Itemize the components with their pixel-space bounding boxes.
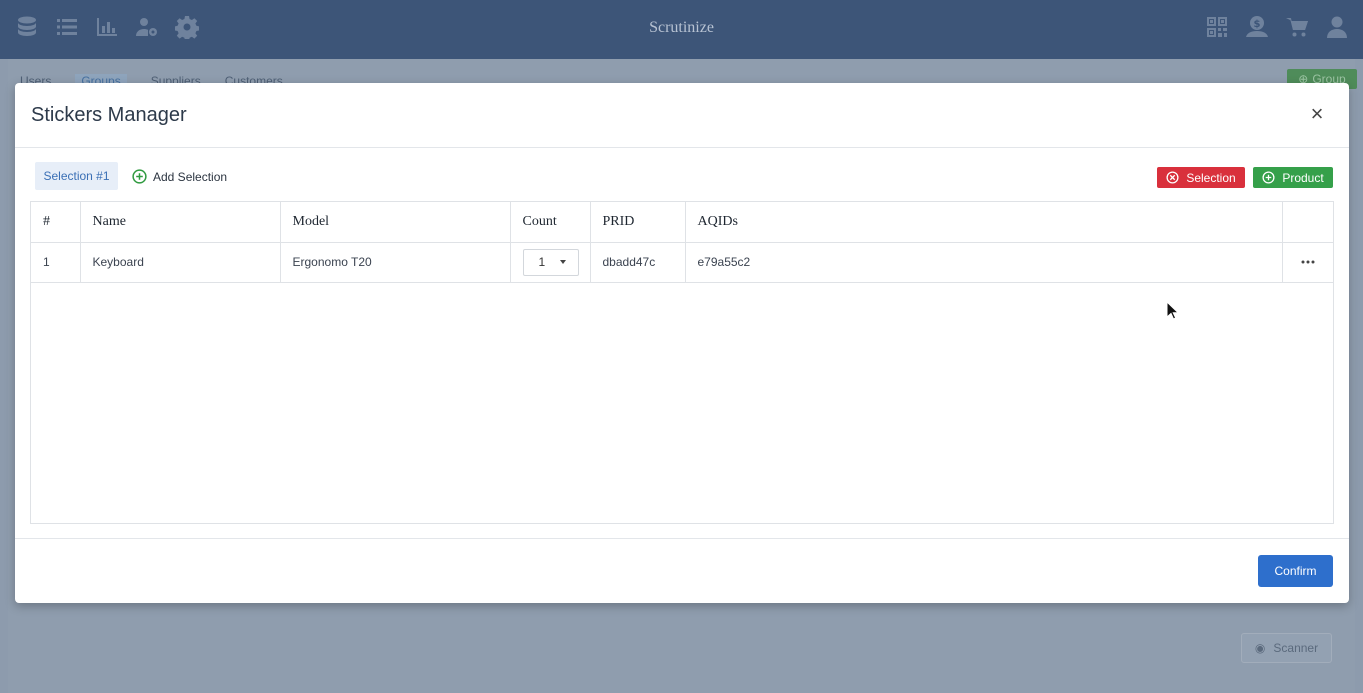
cell-prid: dbadd47c bbox=[590, 242, 686, 283]
stickers-table-container: # Name Model Count PRID AQIDs 1 Keyboard… bbox=[30, 201, 1334, 524]
cell-name: Keyboard bbox=[80, 242, 281, 283]
cart-icon[interactable] bbox=[1284, 14, 1310, 40]
stickers-manager-modal: Stickers Manager × Selection #1 Add Sele… bbox=[15, 83, 1349, 603]
col-header-count: Count bbox=[510, 202, 591, 243]
add-selection-label: Add Selection bbox=[153, 169, 228, 184]
mouse-cursor-icon bbox=[1166, 301, 1180, 320]
add-selection-button[interactable]: Add Selection bbox=[132, 169, 227, 184]
count-select[interactable]: 1 bbox=[522, 248, 579, 276]
cell-count: 1 bbox=[510, 242, 591, 283]
count-value: 1 bbox=[538, 255, 546, 269]
scanner-label: Scanner bbox=[1273, 641, 1319, 655]
col-header-model: Model bbox=[280, 202, 511, 243]
confirm-button[interactable]: Confirm bbox=[1258, 555, 1333, 587]
modal-header: Stickers Manager × bbox=[15, 83, 1349, 148]
qr-code-icon[interactable] bbox=[1204, 14, 1230, 40]
app-title: Scrutinize bbox=[649, 19, 714, 36]
camera-icon: ◉ bbox=[1254, 641, 1266, 655]
table-header-row: # Name Model Count PRID AQIDs bbox=[31, 202, 1333, 243]
svg-text:$: $ bbox=[1254, 19, 1261, 30]
close-icon[interactable]: × bbox=[1307, 103, 1327, 125]
col-header-actions bbox=[1282, 202, 1333, 243]
table-row: 1 Keyboard Ergonomo T20 1 dbadd47c e79a5… bbox=[31, 242, 1333, 283]
selection-tab[interactable]: Selection #1 bbox=[35, 162, 118, 190]
cell-model: Ergonomo T20 bbox=[280, 242, 511, 283]
scanner-button[interactable]: ◉ Scanner bbox=[1241, 633, 1332, 663]
remove-selection-button[interactable]: Selection bbox=[1157, 167, 1245, 188]
user-icon[interactable] bbox=[1324, 14, 1350, 40]
col-header-aqids: AQIDs bbox=[685, 202, 1283, 243]
more-options-button[interactable] bbox=[1295, 260, 1322, 264]
modal-footer: Confirm bbox=[15, 538, 1349, 603]
dollar-person-icon[interactable]: $ bbox=[1244, 14, 1270, 40]
plus-circle-icon bbox=[1262, 171, 1275, 184]
top-navbar: Scrutinize $ bbox=[0, 0, 1363, 59]
stickers-table: # Name Model Count PRID AQIDs 1 Keyboard… bbox=[31, 202, 1333, 283]
cell-actions bbox=[1282, 242, 1333, 283]
ellipsis-icon bbox=[1301, 260, 1315, 264]
caret-down-icon bbox=[559, 260, 566, 264]
add-product-label: Product bbox=[1282, 170, 1324, 185]
remove-selection-label: Selection bbox=[1186, 170, 1236, 185]
cell-aqids: e79a55c2 bbox=[685, 242, 1283, 283]
x-circle-icon bbox=[1166, 171, 1179, 184]
plus-circle-icon bbox=[132, 169, 147, 184]
col-header-number: # bbox=[31, 202, 81, 243]
add-product-button[interactable]: Product bbox=[1253, 167, 1333, 188]
col-header-prid: PRID bbox=[590, 202, 686, 243]
modal-title: Stickers Manager bbox=[31, 104, 187, 126]
col-header-name: Name bbox=[80, 202, 281, 243]
cell-number: 1 bbox=[31, 242, 81, 283]
